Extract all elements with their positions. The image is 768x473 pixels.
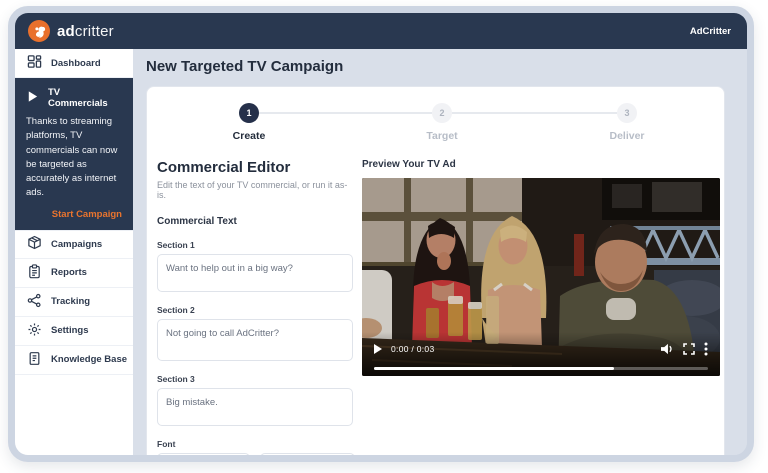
video-play-button[interactable] bbox=[374, 344, 382, 354]
page-title: New Targeted TV Campaign bbox=[146, 58, 343, 75]
brand-wordmark-critter: critter bbox=[75, 23, 114, 40]
sidebar-item-knowledge-base[interactable]: Knowledge Base bbox=[15, 346, 133, 375]
sidebar-item-label: Campaigns bbox=[51, 239, 102, 250]
top-bar: adcritter AdCritter bbox=[15, 13, 747, 49]
brand-logo[interactable]: adcritter bbox=[28, 20, 114, 42]
section-1-textarea[interactable]: Want to help out in a big way? bbox=[157, 254, 353, 292]
sidebar-item-campaigns[interactable]: Campaigns bbox=[15, 230, 133, 259]
section-2-label: Section 2 bbox=[157, 305, 355, 315]
gear-icon bbox=[27, 322, 42, 340]
sidebar-item-label: TV Commercials bbox=[48, 87, 122, 109]
font-label: Font bbox=[157, 439, 355, 449]
sidebar-item-label: Dashboard bbox=[51, 58, 101, 69]
sidebar-item-label: Knowledge Base bbox=[51, 354, 127, 365]
clipboard-icon bbox=[27, 264, 42, 282]
volume-icon[interactable] bbox=[661, 343, 674, 355]
font-size-input[interactable] bbox=[260, 453, 355, 462]
brand-wordmark: adcritter bbox=[57, 23, 114, 40]
sidebar-item-settings[interactable]: Settings bbox=[15, 317, 133, 346]
share-nodes-icon bbox=[27, 293, 42, 311]
section-3-textarea[interactable]: Big mistake. bbox=[157, 388, 353, 426]
squirrel-logo-icon bbox=[28, 20, 50, 42]
document-icon bbox=[27, 351, 42, 369]
step-circle-target[interactable]: 2 bbox=[432, 103, 452, 123]
step-circle-deliver[interactable]: 3 bbox=[617, 103, 637, 123]
video-time-label: 0:00 / 0:03 bbox=[391, 344, 434, 354]
video-player[interactable]: 0:00 / 0:03 bbox=[362, 178, 720, 376]
font-select[interactable]: Roboto bbox=[157, 453, 250, 462]
section-2-textarea[interactable]: Not going to call AdCritter? bbox=[157, 319, 353, 361]
commercial-editor-subtitle: Edit the text of your TV commercial, or … bbox=[157, 180, 355, 200]
step-label-create[interactable]: Create bbox=[204, 130, 294, 142]
play-icon bbox=[26, 90, 39, 106]
commercial-text-label: Commercial Text bbox=[157, 216, 355, 227]
package-icon bbox=[27, 235, 42, 253]
sidebar-item-tracking[interactable]: Tracking bbox=[15, 288, 133, 317]
tv-commercials-promo-text: Thanks to streaming platforms, TV commer… bbox=[26, 115, 122, 201]
section-1-label: Section 1 bbox=[157, 240, 355, 250]
sidebar-item-label: Tracking bbox=[51, 296, 90, 307]
fullscreen-icon[interactable] bbox=[683, 343, 695, 355]
preview-title: Preview Your TV Ad bbox=[362, 159, 720, 170]
app-window: adcritter AdCritter Dashboard bbox=[8, 6, 754, 462]
account-name-label[interactable]: AdCritter bbox=[690, 26, 731, 37]
step-connector-line bbox=[259, 112, 432, 114]
wizard-stepper: 1 Create 2 Target 3 Deliver bbox=[147, 87, 724, 157]
sidebar-item-tv-commercials[interactable]: TV Commercials bbox=[26, 87, 122, 109]
video-progress-fill bbox=[374, 367, 614, 370]
step-connector-line bbox=[452, 112, 617, 114]
step-circle-create[interactable]: 1 bbox=[239, 103, 259, 123]
sidebar-item-label: Reports bbox=[51, 267, 87, 278]
font-select-value: Roboto bbox=[166, 460, 197, 463]
step-label-deliver[interactable]: Deliver bbox=[582, 130, 672, 142]
start-campaign-link[interactable]: Start Campaign bbox=[26, 209, 122, 220]
campaign-wizard-card: 1 Create 2 Target 3 Deliver Commercial E… bbox=[146, 86, 725, 462]
kebab-menu-icon[interactable] bbox=[704, 342, 708, 356]
tv-ad-preview-panel: Preview Your TV Ad bbox=[362, 159, 720, 376]
section-3-label: Section 3 bbox=[157, 374, 355, 384]
sidebar-active-section-tv-commercials: TV Commercials Thanks to streaming platf… bbox=[15, 78, 133, 230]
main-content: New Targeted TV Campaign 1 Create 2 Targ… bbox=[133, 49, 747, 455]
video-progress-bar[interactable] bbox=[374, 367, 708, 370]
sidebar: Dashboard TV Commercials Thanks to strea… bbox=[15, 49, 133, 455]
dashboard-icon bbox=[27, 54, 42, 72]
step-label-target[interactable]: Target bbox=[397, 130, 487, 142]
commercial-editor-title: Commercial Editor bbox=[157, 159, 355, 176]
commercial-editor-panel: Commercial Editor Edit the text of your … bbox=[157, 159, 355, 462]
brand-wordmark-ad: ad bbox=[57, 23, 75, 40]
sidebar-item-label: Settings bbox=[51, 325, 88, 336]
sidebar-item-reports[interactable]: Reports bbox=[15, 259, 133, 288]
chevron-down-icon bbox=[231, 460, 241, 463]
sidebar-item-dashboard[interactable]: Dashboard bbox=[15, 49, 133, 78]
